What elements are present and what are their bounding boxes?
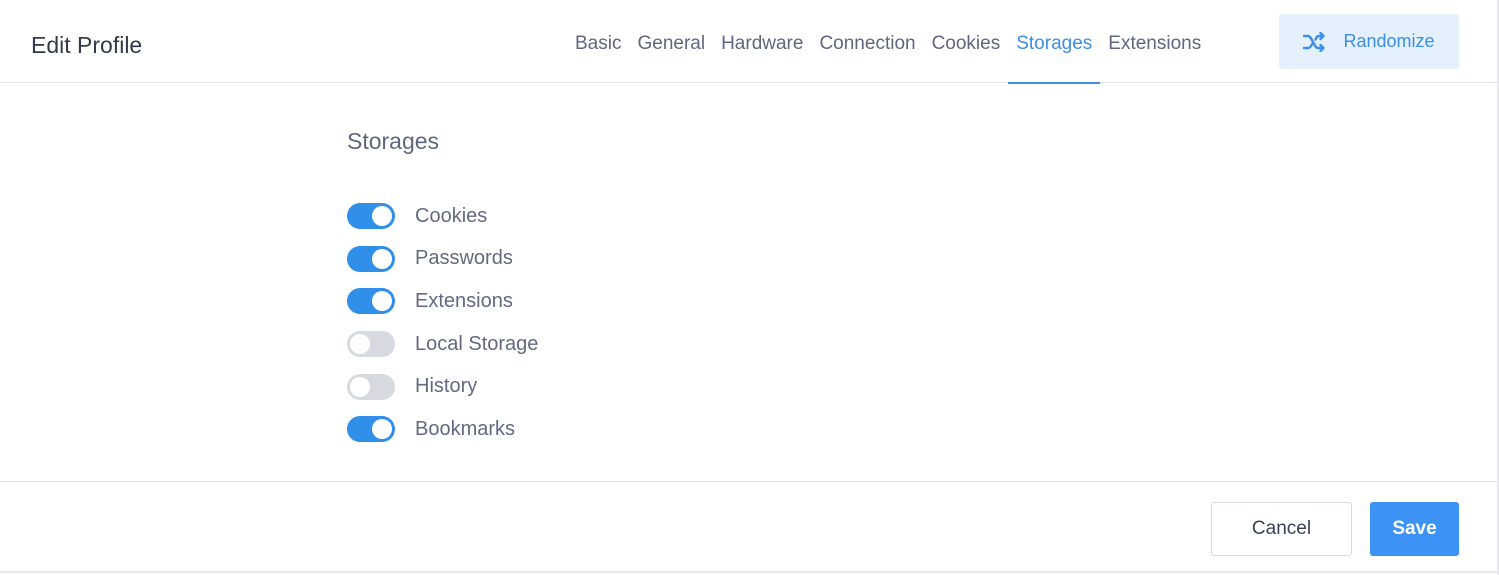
toggle-label: Extensions xyxy=(415,289,513,312)
storage-row-extensions: Extensions xyxy=(347,280,538,323)
edit-profile-window: Edit Profile Basic General Hardware Conn… xyxy=(0,0,1499,575)
save-button[interactable]: Save xyxy=(1370,502,1459,556)
tab-storages[interactable]: Storages xyxy=(1008,0,1101,84)
storages-section: Storages Cookies Passwords Extensions Lo… xyxy=(347,125,538,451)
cookies-toggle[interactable] xyxy=(347,203,395,230)
tab-cookies[interactable]: Cookies xyxy=(924,0,1009,83)
shuffle-icon xyxy=(1303,31,1327,52)
tab-bar: Basic General Hardware Connection Cookie… xyxy=(567,0,1209,84)
toggle-knob xyxy=(350,334,370,355)
randomize-button[interactable]: Randomize xyxy=(1279,14,1459,69)
toggle-knob xyxy=(372,206,392,227)
storage-row-bookmarks: Bookmarks xyxy=(347,408,538,451)
section-title: Storages xyxy=(347,128,440,154)
tab-connection[interactable]: Connection xyxy=(811,0,923,83)
toggle-knob xyxy=(350,376,370,397)
storage-row-passwords: Passwords xyxy=(347,238,538,281)
toggle-label: History xyxy=(415,375,478,398)
storage-toggle-list: Cookies Passwords Extensions Local Stora… xyxy=(347,195,538,451)
bookmarks-toggle[interactable] xyxy=(347,416,395,443)
extensions-toggle[interactable] xyxy=(347,288,395,315)
toggle-label: Bookmarks xyxy=(415,417,516,440)
tab-basic[interactable]: Basic xyxy=(567,0,629,83)
local-storage-toggle[interactable] xyxy=(347,331,395,358)
storage-row-local-storage: Local Storage xyxy=(347,323,538,366)
header: Edit Profile Basic General Hardware Conn… xyxy=(0,0,1497,84)
toggle-label: Local Storage xyxy=(415,332,539,355)
passwords-toggle[interactable] xyxy=(347,245,395,272)
randomize-label: Randomize xyxy=(1343,31,1435,51)
toggle-knob xyxy=(372,419,392,440)
toggle-knob xyxy=(372,291,392,312)
toggle-label: Passwords xyxy=(415,247,513,270)
cancel-button[interactable]: Cancel xyxy=(1211,502,1352,556)
tab-general[interactable]: General xyxy=(629,0,713,83)
toggle-knob xyxy=(372,248,392,269)
toggle-label: Cookies xyxy=(415,204,488,227)
storage-row-history: History xyxy=(347,365,538,408)
page-title: Edit Profile xyxy=(31,32,143,58)
history-toggle[interactable] xyxy=(347,373,395,400)
footer: Cancel Save xyxy=(0,481,1497,573)
tab-extensions[interactable]: Extensions xyxy=(1100,0,1209,83)
storage-row-cookies: Cookies xyxy=(347,195,538,238)
tab-hardware[interactable]: Hardware xyxy=(713,0,811,83)
